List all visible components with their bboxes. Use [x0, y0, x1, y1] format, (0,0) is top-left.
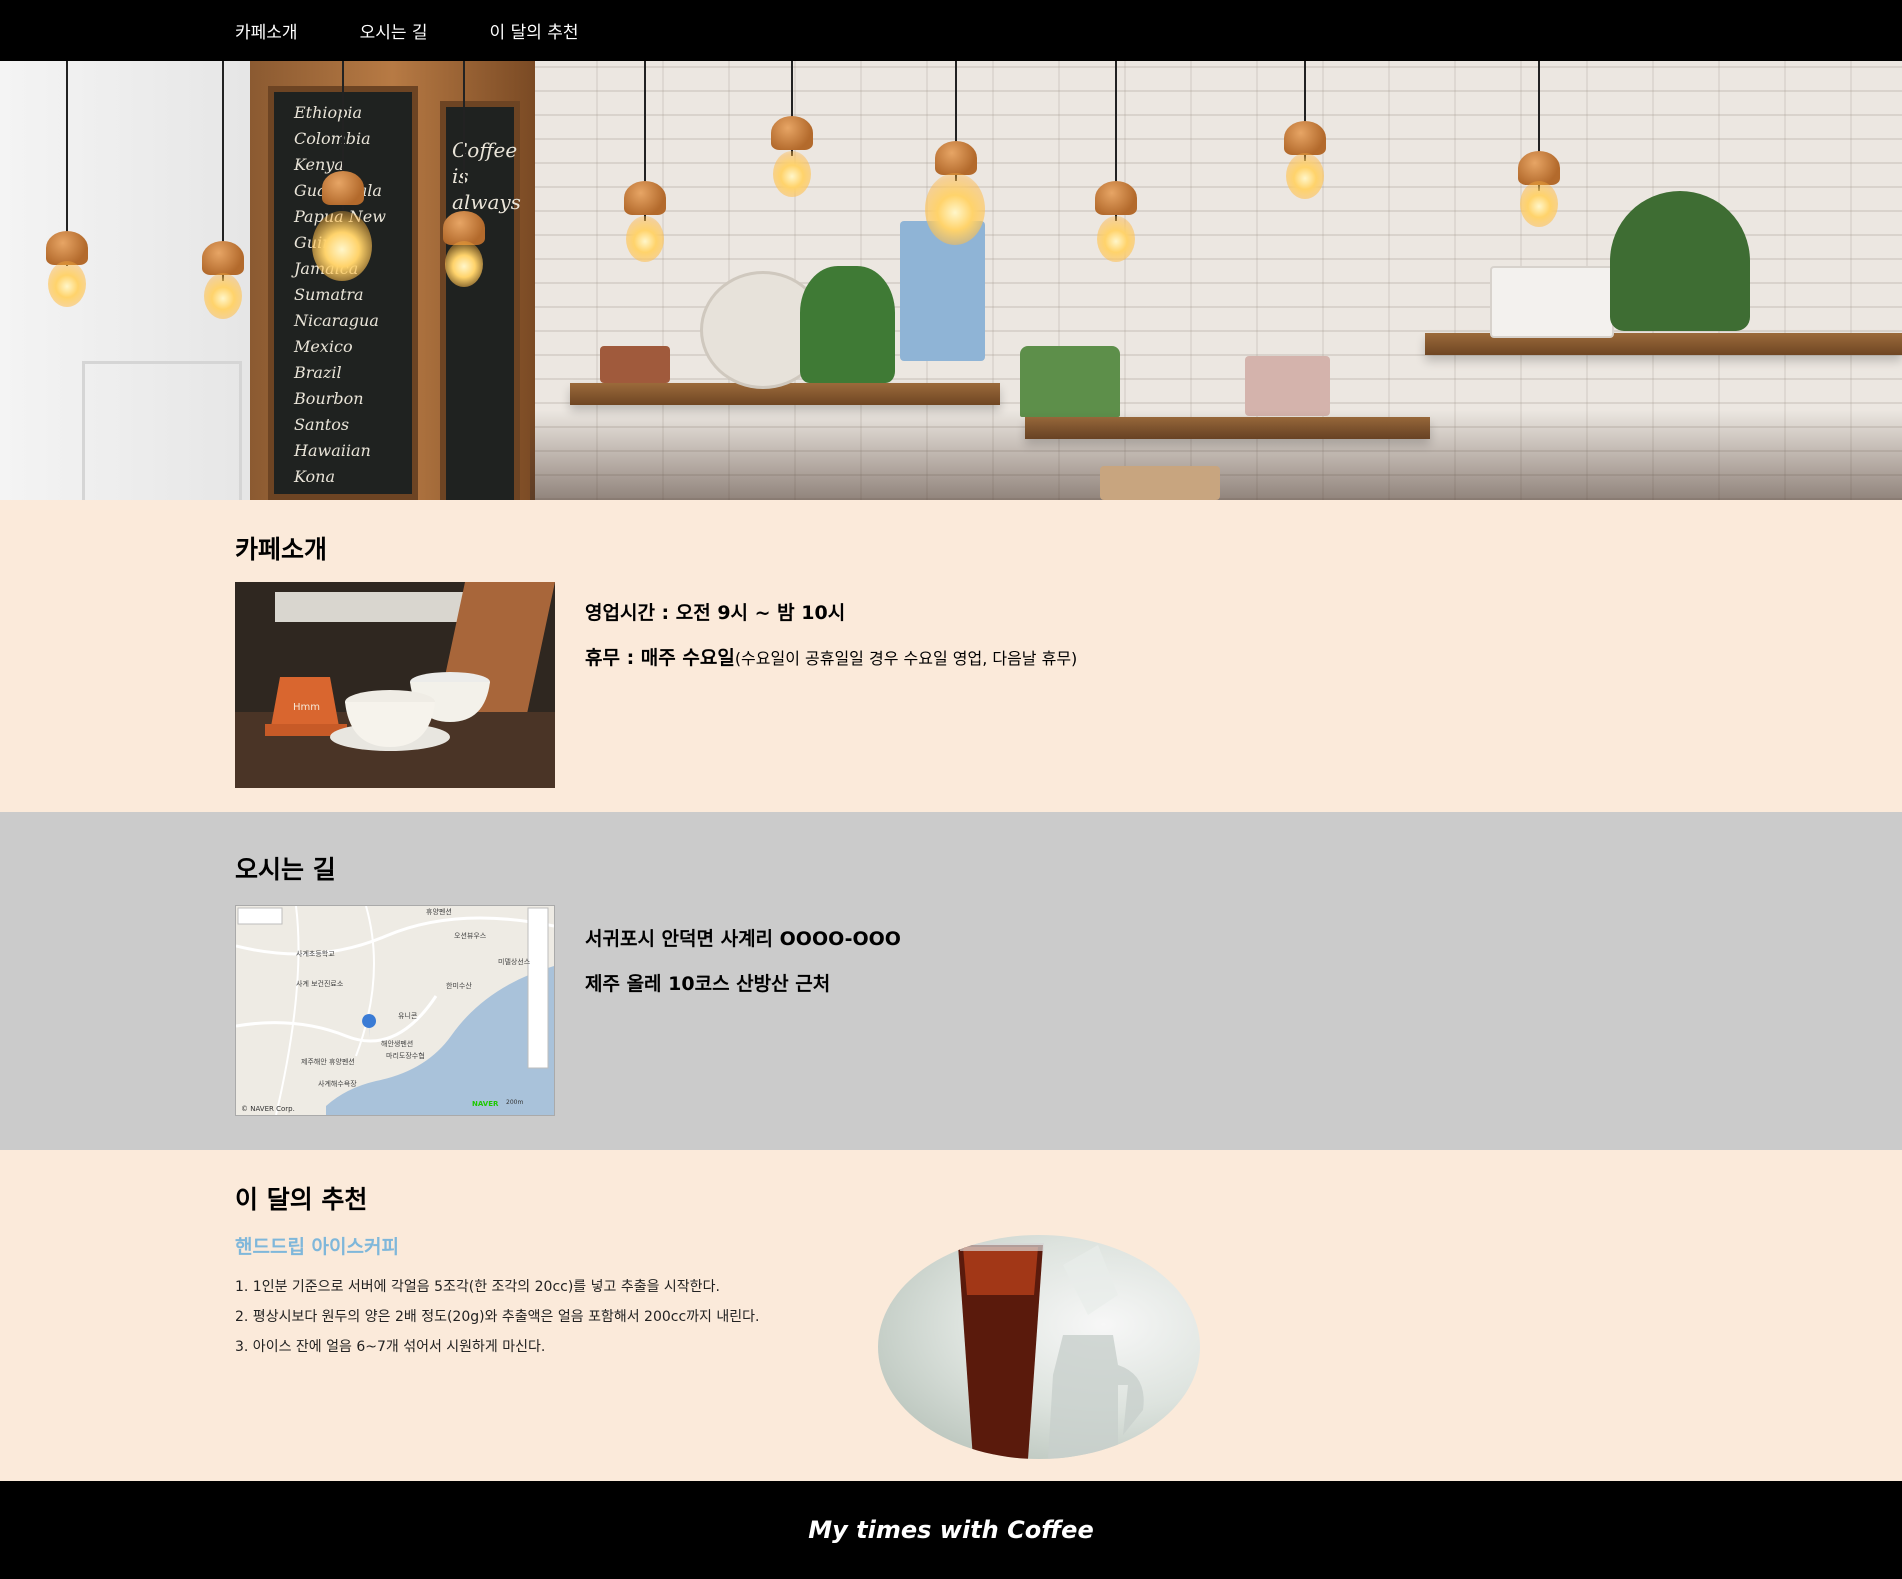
hero-bottles: [1020, 346, 1120, 417]
pendant-lamp: [46, 61, 88, 307]
pendant-lamp: [771, 61, 813, 197]
closed-day: 휴무 : 매주 수요일(수요일이 공휴일일 경우 수요일 영업, 다음날 휴무): [585, 647, 1078, 669]
section-location: 오시는 길 사계초등학교 사계 보건진료소 오션뷰우스 미델상선스 한미수산 유…: [0, 812, 1902, 1150]
address: 서귀포시 안덕면 사계리 OOOO-OOO: [585, 928, 901, 950]
svg-text:미델상선스: 미델상선스: [498, 957, 531, 966]
svg-text:사계 보건진료소: 사계 보건진료소: [296, 979, 344, 988]
hero-image: Ethiopia Colombia Kenya Guatemala Papua …: [0, 61, 1902, 500]
list-item: 2. 평상시보다 원두의 양은 2배 정도(20g)와 추출액은 얼음 포함해서…: [235, 1309, 760, 1325]
list-item: 1. 1인분 기준으로 서버에 각얼음 5조각(한 조각의 20cc)를 넣고 …: [235, 1279, 720, 1295]
pendant-lamp: [202, 61, 244, 319]
hero-plant: [1610, 191, 1750, 331]
hero-shelf: [570, 383, 1000, 405]
nav-item-location[interactable]: 오시는 길: [360, 18, 428, 43]
nav-container: 카페소개 오시는 길 이 달의 추천: [235, 0, 1667, 61]
svg-text:한미수산: 한미수산: [446, 981, 472, 990]
svg-text:휴양펜션: 휴양펜션: [426, 907, 452, 916]
svg-text:오션뷰우스: 오션뷰우스: [454, 931, 487, 940]
location-info: 서귀포시 안덕면 사계리 OOOO-OOO 제주 올레 10코스 산방산 근처: [585, 924, 901, 1014]
hero-chalkboard-side: Coffee is always: [440, 101, 521, 500]
location-map[interactable]: 사계초등학교 사계 보건진료소 오션뷰우스 미델상선스 한미수산 유니콘 해안생…: [235, 905, 555, 1116]
svg-text:사계해수욕장: 사계해수욕장: [318, 1079, 357, 1088]
business-hours: 영업시간 : 오전 9시 ~ 밤 10시: [585, 602, 846, 624]
iced-coffee-photo: [878, 1235, 1200, 1459]
list-item: 3. 아이스 잔에 얼음 6~7개 섞어서 시원하게 마신다.: [235, 1339, 546, 1355]
recipe-steps: 1. 1인분 기준으로 서버에 각얼음 5조각(한 조각의 20cc)를 넣고 …: [235, 1272, 759, 1362]
section-recommend: 이 달의 추천 핸드드립 아이스커피 1. 1인분 기준으로 서버에 각얼음 5…: [0, 1150, 1902, 1481]
pendant-lamp: [312, 61, 372, 281]
svg-text:제주해안 휴양펜션: 제주해안 휴양펜션: [301, 1057, 355, 1066]
landmark: 제주 올레 10코스 산방산 근처: [585, 973, 831, 995]
footer-text: My times with Coffee: [808, 1516, 1094, 1544]
svg-text:200m: 200m: [506, 1099, 523, 1106]
hero-bags: [1100, 466, 1220, 500]
section-cafe-intro: 카페소개 Hmm 영업시간 : 오전 9시 ~ 밤 10시 휴무 : 매주 수요…: [0, 500, 1902, 812]
svg-text:© NAVER Corp.: © NAVER Corp.: [241, 1105, 295, 1113]
top-navigation: 카페소개 오시는 길 이 달의 추천: [0, 0, 1902, 61]
pendant-lamp: [443, 61, 485, 287]
footer: My times with Coffee: [0, 1481, 1902, 1579]
svg-text:해안생펜션: 해안생펜션: [381, 1039, 413, 1048]
hero-plant: [800, 266, 895, 383]
section-title: 카페소개: [235, 535, 328, 564]
hero-shelf-item: [600, 346, 670, 383]
pendant-lamp: [1095, 61, 1137, 262]
nav-item-recommend[interactable]: 이 달의 추천: [490, 18, 579, 43]
pendant-lamp: [624, 61, 666, 262]
nav-item-intro[interactable]: 카페소개: [235, 18, 298, 43]
section-title: 오시는 길: [235, 855, 336, 884]
pendant-lamp: [1518, 61, 1560, 227]
hero-basket: [1490, 266, 1614, 338]
svg-text:사계초등학교: 사계초등학교: [296, 949, 335, 958]
cafe-coffee-photo: Hmm: [235, 582, 555, 788]
pendant-lamp: [925, 61, 985, 245]
svg-text:NAVER: NAVER: [472, 1100, 499, 1108]
section-title: 이 달의 추천: [235, 1185, 368, 1214]
svg-text:마리도장수협: 마리도장수협: [386, 1051, 425, 1060]
recommend-name: 핸드드립 아이스커피: [235, 1236, 399, 1258]
hero-box: [1245, 356, 1330, 416]
pendant-lamp: [1284, 61, 1326, 199]
cafe-info: 영업시간 : 오전 9시 ~ 밤 10시 휴무 : 매주 수요일(수요일이 공휴…: [585, 598, 1077, 688]
cup-text: Hmm: [293, 702, 320, 713]
closed-day-note: (수요일이 공휴일일 경우 수요일 영업, 다음날 휴무): [734, 649, 1078, 668]
svg-text:유니콘: 유니콘: [398, 1011, 418, 1020]
